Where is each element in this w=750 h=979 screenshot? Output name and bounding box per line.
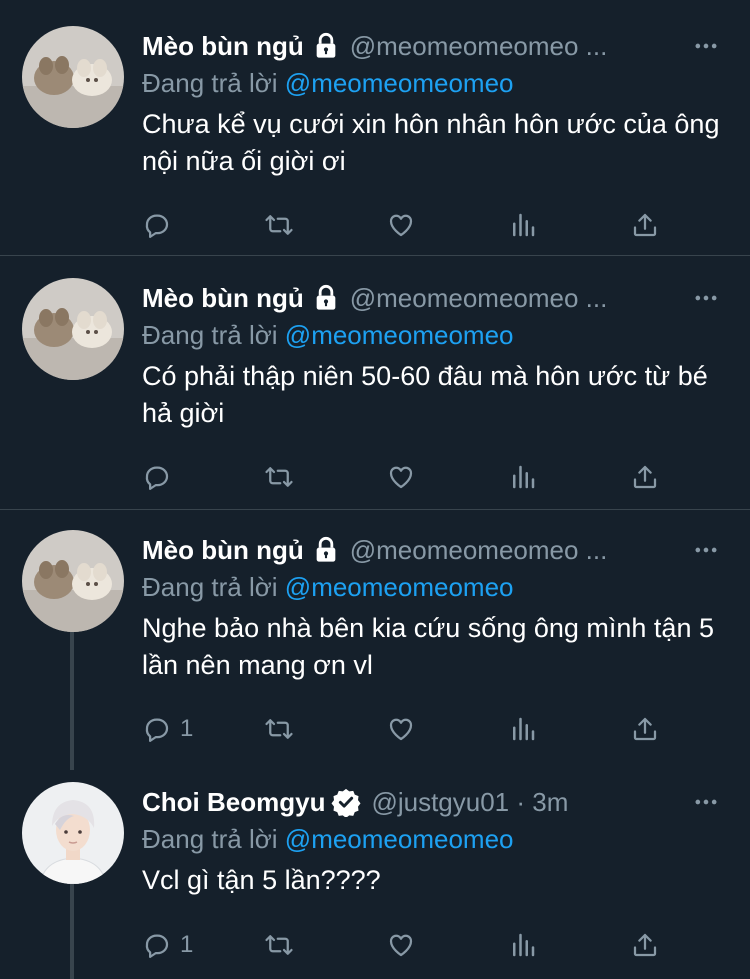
tweet-header: Choi Beomgyu @justgyu01 · 3m [142, 782, 568, 822]
more-icon[interactable] [692, 284, 720, 312]
replying-prefix: Đang trả lời [142, 68, 278, 98]
like-button[interactable] [386, 927, 416, 963]
user-handle[interactable]: @meomeomeomeo ... [350, 283, 608, 314]
user-handle[interactable]: @meomeomeomeo ... [350, 535, 608, 566]
share-icon [633, 933, 657, 957]
reply-icon [145, 934, 169, 958]
lock-icon [316, 32, 336, 58]
reply-count: 1 [180, 715, 194, 742]
reply-button[interactable]: 1 [142, 927, 193, 963]
like-icon [389, 214, 413, 237]
retweet-icon [265, 719, 293, 739]
stats-icon [513, 465, 535, 489]
avatar-image [22, 782, 124, 884]
like-button[interactable] [386, 207, 416, 243]
tweet-header: Mèo bùn ngủ @meomeomeomeo ... [142, 26, 607, 66]
reply-icon [145, 718, 169, 742]
user-handle[interactable]: @meomeomeomeo ... [350, 31, 608, 62]
mention-link[interactable]: @meomeomeomeo [285, 68, 514, 98]
reply-icon [145, 466, 169, 490]
tweet-text: Có phải thập niên 50-60 đâu mà hôn ước t… [142, 361, 708, 428]
reply-count: 1 [180, 931, 194, 958]
like-icon [389, 934, 413, 957]
divider [0, 509, 750, 510]
avatar[interactable] [22, 782, 124, 884]
retweet-button[interactable] [264, 459, 294, 495]
like-button[interactable] [386, 711, 416, 747]
tweet-actions: 1 [142, 927, 672, 963]
share-button[interactable] [630, 711, 660, 747]
lock-icon [316, 536, 336, 562]
stats-button[interactable] [508, 207, 538, 243]
reply-button[interactable] [142, 207, 180, 243]
like-icon [389, 466, 413, 489]
tweet[interactable]: Mèo bùn ngủ @meomeomeomeo ... Đang trả l… [0, 530, 750, 770]
tweet-actions [142, 207, 672, 243]
share-icon [633, 213, 657, 237]
tweet[interactable]: Mèo bùn ngủ @meomeomeomeo ... Đang trả l… [0, 278, 750, 509]
display-name[interactable]: Mèo bùn ngủ [142, 283, 304, 314]
avatar-image [22, 530, 124, 632]
replying-to: Đang trả lời @meomeomeomeo [142, 572, 514, 603]
replying-prefix: Đang trả lời [142, 572, 278, 602]
share-button[interactable] [630, 459, 660, 495]
avatar-image [22, 278, 124, 380]
tweet-header: Mèo bùn ngủ @meomeomeomeo ... [142, 278, 607, 318]
tweet-actions [142, 459, 672, 495]
mention-link[interactable]: @meomeomeomeo [285, 572, 514, 602]
tweet-text: Nghe bảo nhà bên kia cứu sống ông mình t… [142, 613, 714, 680]
stats-icon [513, 933, 535, 957]
share-button[interactable] [630, 207, 660, 243]
display-name[interactable]: Mèo bùn ngủ [142, 31, 304, 62]
replying-to: Đang trả lời @meomeomeomeo [142, 320, 514, 351]
reply-button[interactable] [142, 459, 180, 495]
mention-link[interactable]: @meomeomeomeo [285, 824, 514, 854]
tweet-actions: 1 [142, 711, 672, 747]
display-name[interactable]: Choi Beomgyu [142, 787, 325, 818]
lock-icon [316, 284, 336, 310]
verified-badge-icon [331, 788, 361, 817]
retweet-button[interactable] [264, 927, 294, 963]
more-icon[interactable] [692, 536, 720, 564]
tweet-text: Chưa kể vụ cưới xin hôn nhân hôn ước của… [142, 109, 720, 176]
like-icon [389, 718, 413, 741]
tweet-header: Mèo bùn ngủ @meomeomeomeo ... [142, 530, 607, 570]
share-icon [633, 717, 657, 741]
more-icon[interactable] [692, 32, 720, 60]
tweet-thread: Mèo bùn ngủ @meomeomeomeo ... Đang trả l… [0, 0, 750, 979]
tweet-text: Vcl gì tận 5 lần???? [142, 865, 381, 895]
reply-icon [145, 214, 169, 238]
avatar[interactable] [22, 278, 124, 380]
tweet[interactable]: Choi Beomgyu @justgyu01 · 3m Đang trả lờ… [0, 782, 750, 979]
share-icon [633, 465, 657, 489]
stats-icon [513, 717, 535, 741]
share-button[interactable] [630, 927, 660, 963]
retweet-icon [265, 935, 293, 955]
display-name[interactable]: Mèo bùn ngủ [142, 535, 304, 566]
replying-prefix: Đang trả lời [142, 824, 278, 854]
stats-button[interactable] [508, 927, 538, 963]
like-button[interactable] [386, 459, 416, 495]
divider [0, 255, 750, 256]
replying-prefix: Đang trả lời [142, 320, 278, 350]
stats-button[interactable] [508, 459, 538, 495]
stats-button[interactable] [508, 711, 538, 747]
replying-to: Đang trả lời @meomeomeomeo [142, 68, 514, 99]
more-icon[interactable] [692, 788, 720, 816]
avatar[interactable] [22, 26, 124, 128]
retweet-button[interactable] [264, 711, 294, 747]
user-handle[interactable]: @justgyu01 · 3m [371, 787, 568, 818]
tweet[interactable]: Mèo bùn ngủ @meomeomeomeo ... Đang trả l… [0, 26, 750, 255]
avatar[interactable] [22, 530, 124, 632]
avatar-image [22, 26, 124, 128]
retweet-icon [265, 215, 293, 235]
stats-icon [513, 213, 535, 237]
retweet-button[interactable] [264, 207, 294, 243]
mention-link[interactable]: @meomeomeomeo [285, 320, 514, 350]
retweet-icon [265, 467, 293, 487]
reply-button[interactable]: 1 [142, 711, 193, 747]
replying-to: Đang trả lời @meomeomeomeo [142, 824, 514, 855]
